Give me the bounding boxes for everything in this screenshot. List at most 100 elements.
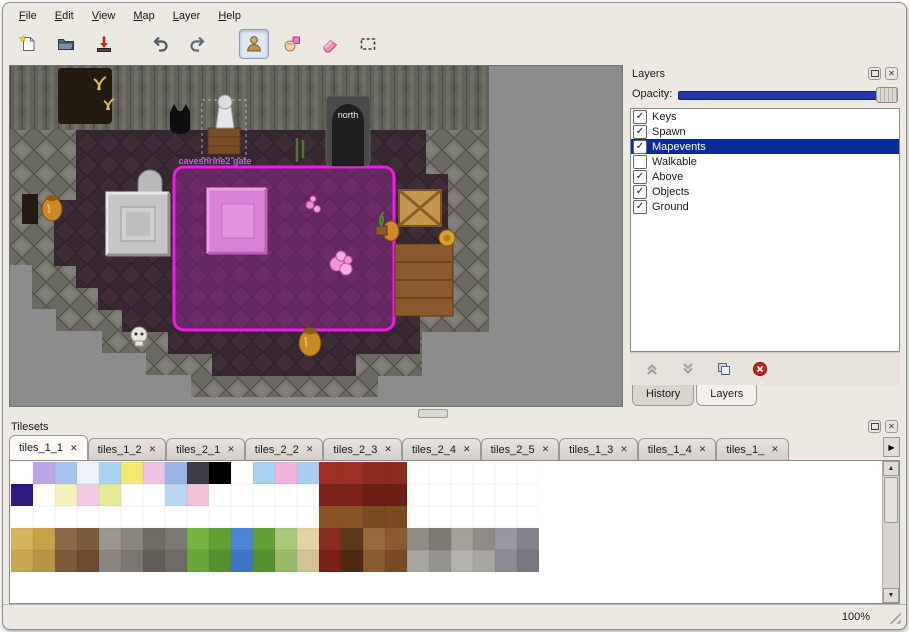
tile-2-8[interactable] [187,506,209,528]
tile-4-10[interactable] [231,550,253,572]
opacity-slider-track[interactable] [678,91,898,100]
duplicate-layer-button[interactable] [714,359,734,379]
tile-3-1[interactable] [33,528,55,550]
tile-4-23[interactable] [517,550,539,572]
new-file-button[interactable] [13,29,43,59]
map-viewport[interactable]: north caveshrine2 gate [9,65,623,407]
tile-4-19[interactable] [429,550,451,572]
tile-4-12[interactable] [275,550,297,572]
tileset-tab-tiles_1_1[interactable]: tiles_1_1✕ [9,435,88,460]
tile-3-8[interactable] [187,528,209,550]
tile-3-18[interactable] [407,528,429,550]
move-layer-up-button[interactable] [642,359,662,379]
tile-4-8[interactable] [187,550,209,572]
menu-view[interactable]: View [84,8,124,24]
opacity-slider[interactable] [678,86,898,102]
scroll-up-button[interactable]: ▲ [883,461,899,476]
close-tab-icon[interactable]: ✕ [771,444,779,455]
layer-visibility-checkbox[interactable]: ✓ [633,125,647,139]
tile-0-9[interactable] [209,462,231,484]
tile-4-13[interactable] [297,550,319,572]
layer-row-walkable[interactable]: Walkable [631,154,899,169]
tile-0-5[interactable] [121,462,143,484]
tileset-tab-tiles_1_3[interactable]: tiles_1_3✕ [559,438,638,460]
tile-0-18[interactable] [407,462,429,484]
tile-4-4[interactable] [99,550,121,572]
close-tab-icon[interactable]: ✕ [306,444,314,455]
select-tool-button[interactable] [353,29,383,59]
delete-layer-button[interactable] [750,359,770,379]
close-tab-icon[interactable]: ✕ [70,443,78,454]
menu-map[interactable]: Map [125,8,162,24]
tile-0-6[interactable] [143,462,165,484]
tile-0-1[interactable] [33,462,55,484]
tile-0-11[interactable] [253,462,275,484]
tile-0-2[interactable] [55,462,77,484]
tile-3-20[interactable] [451,528,473,550]
tile-1-5[interactable] [121,484,143,506]
tile-4-0[interactable] [11,550,33,572]
tile-3-21[interactable] [473,528,495,550]
tile-4-11[interactable] [253,550,275,572]
tab-layers[interactable]: Layers [696,385,757,406]
tile-0-15[interactable] [341,462,363,484]
tile-1-15[interactable] [341,484,363,506]
tileset-scrollbar[interactable]: ▲ ▼ [882,461,899,603]
tile-4-2[interactable] [55,550,77,572]
tile-0-21[interactable] [473,462,495,484]
tile-0-0[interactable] [11,462,33,484]
float-panel-button[interactable] [868,67,881,80]
tile-2-12[interactable] [275,506,297,528]
tile-1-16[interactable] [363,484,385,506]
tile-2-7[interactable] [165,506,187,528]
tile-4-3[interactable] [77,550,99,572]
tile-4-14[interactable] [319,550,341,572]
tileset-palette[interactable] [10,461,882,603]
tile-1-18[interactable] [407,484,429,506]
layer-visibility-checkbox[interactable]: ✓ [633,185,647,199]
undo-button[interactable] [145,29,175,59]
tile-0-20[interactable] [451,462,473,484]
tile-4-15[interactable] [341,550,363,572]
tile-1-13[interactable] [297,484,319,506]
tile-4-7[interactable] [165,550,187,572]
scroll-tabs-right-button[interactable]: ▶ [883,437,900,457]
tile-0-7[interactable] [165,462,187,484]
tile-1-0[interactable] [11,484,33,506]
tileset-tab-tiles_2_5[interactable]: tiles_2_5✕ [481,438,560,460]
tile-1-22[interactable] [495,484,517,506]
layer-row-spawn[interactable]: ✓Spawn [631,124,899,139]
tile-3-23[interactable] [517,528,539,550]
close-tab-icon[interactable]: ✕ [149,444,157,455]
tile-4-5[interactable] [121,550,143,572]
layer-row-keys[interactable]: ✓Keys [631,109,899,124]
tile-4-22[interactable] [495,550,517,572]
tile-2-1[interactable] [33,506,55,528]
tile-3-5[interactable] [121,528,143,550]
tile-0-22[interactable] [495,462,517,484]
tile-2-4[interactable] [99,506,121,528]
tile-3-6[interactable] [143,528,165,550]
tile-4-6[interactable] [143,550,165,572]
tile-0-4[interactable] [99,462,121,484]
layer-visibility-checkbox[interactable]: ✓ [633,140,647,154]
layer-row-objects[interactable]: ✓Objects [631,184,899,199]
tile-1-10[interactable] [231,484,253,506]
map-canvas[interactable]: north caveshrine2 gate [10,66,620,404]
float-tilesets-button[interactable] [868,420,881,433]
layer-row-mapevents[interactable]: ✓Mapevents [631,139,899,154]
tile-0-12[interactable] [275,462,297,484]
tile-1-1[interactable] [33,484,55,506]
tile-4-18[interactable] [407,550,429,572]
close-tab-icon[interactable]: ✕ [384,444,392,455]
tileset-tab-tiles_1_[interactable]: tiles_1_✕ [716,438,788,460]
horizontal-splitter[interactable] [3,406,906,418]
close-tilesets-button[interactable]: ✕ [885,420,898,433]
close-panel-button[interactable]: ✕ [885,67,898,80]
layer-visibility-checkbox[interactable]: ✓ [633,200,647,214]
tile-0-14[interactable] [319,462,341,484]
tile-1-4[interactable] [99,484,121,506]
tile-1-14[interactable] [319,484,341,506]
tile-0-19[interactable] [429,462,451,484]
layer-visibility-checkbox[interactable]: ✓ [633,110,647,124]
